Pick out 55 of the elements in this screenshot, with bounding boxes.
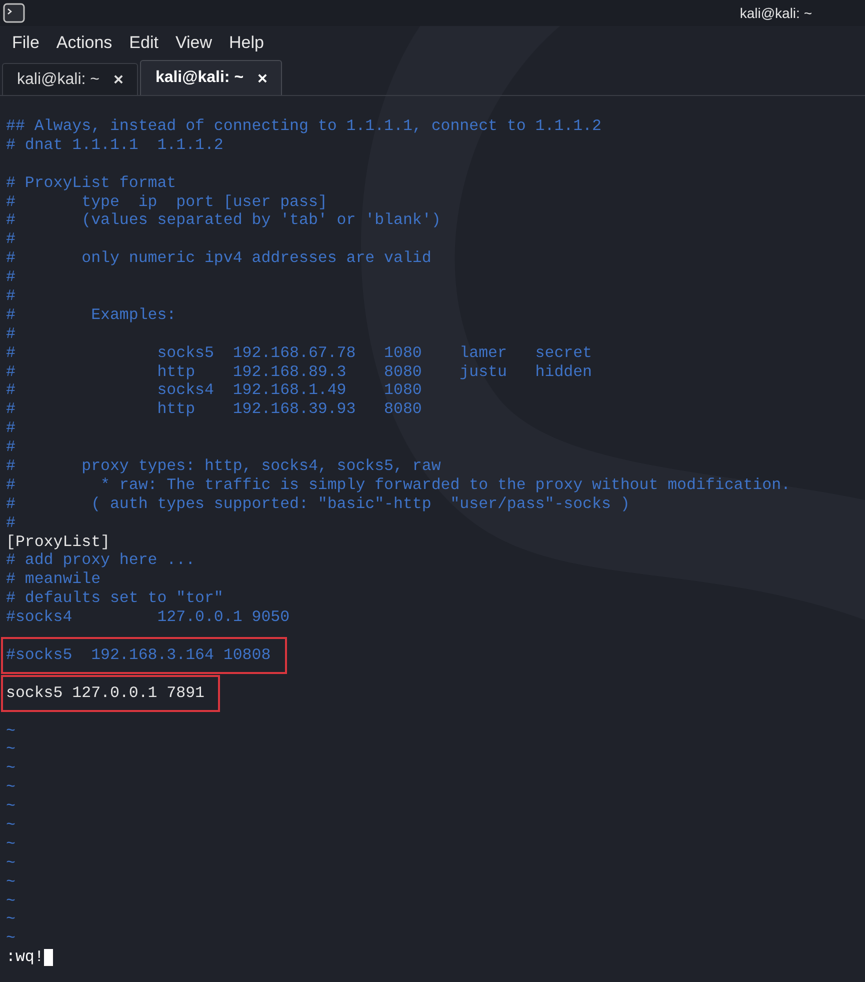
- terminal-tab[interactable]: kali@kali: ~ ×: [2, 63, 138, 95]
- comment-line: #: [6, 514, 16, 532]
- comment-line: #: [6, 324, 16, 343]
- comment-line: # ProxyList format: [6, 174, 176, 192]
- comment-line: # meanwile: [6, 570, 101, 588]
- empty-line-marker: ~: [6, 910, 16, 928]
- close-button[interactable]: ×: [258, 70, 268, 86]
- comment-line: # http 192.168.89.3 8080 justu hidden: [6, 362, 592, 381]
- empty-line-marker: ~: [6, 854, 16, 872]
- empty-line-marker: ~: [6, 929, 16, 948]
- window-title: kali@kali: ~: [740, 4, 812, 22]
- comment-line: #socks4 127.0.0.1 9050: [6, 608, 290, 626]
- empty-line-marker: ~: [6, 892, 16, 910]
- terminal-icon: [3, 3, 25, 23]
- comment-line: # dnat 1.1.1.1 1.1.1.2: [6, 136, 224, 154]
- comment-line: # proxy types: http, socks4, socks5, raw: [6, 457, 441, 476]
- comment-line: # Examples:: [6, 306, 176, 324]
- empty-line-marker: ~: [6, 722, 16, 740]
- menu-item[interactable]: Edit: [129, 30, 158, 56]
- menu-item[interactable]: File: [12, 30, 40, 56]
- empty-line-marker: ~: [6, 816, 16, 834]
- comment-line: #: [6, 230, 16, 248]
- config-line: socks5 127.0.0.1 7891: [6, 684, 204, 702]
- menu-item[interactable]: View: [175, 30, 212, 56]
- comment-line: # (values separated by 'tab' or 'blank'): [6, 211, 441, 230]
- comment-line: # http 192.168.39.93 8080: [6, 400, 422, 418]
- comment-line: #: [6, 419, 16, 438]
- comment-line: #: [6, 268, 16, 286]
- comment-line: #: [6, 438, 16, 456]
- empty-line-marker: ~: [6, 759, 16, 778]
- cursor: [44, 949, 53, 966]
- comment-line: # add proxy here ...: [6, 551, 196, 570]
- tab-title: kali@kali: ~: [17, 70, 100, 90]
- close-button[interactable]: ×: [114, 71, 124, 88]
- comment-line: # * raw: The traffic is simply forwarded to the proxy without modification.: [6, 476, 790, 494]
- command-line: :wq!: [6, 948, 44, 968]
- comment-line: # socks5 192.168.67.78 1080 lamer secret: [6, 344, 592, 362]
- comment-line: # ( auth types supported: "basic"-http "user/pass"-socks ): [6, 494, 630, 513]
- empty-line-marker: ~: [6, 740, 16, 758]
- empty-line-marker: ~: [6, 778, 16, 796]
- empty-line-marker: ~: [6, 872, 16, 891]
- config-line: [ProxyList]: [6, 532, 110, 551]
- terminal-tab[interactable]: kali@kali: ~ ×: [140, 60, 282, 95]
- comment-line: # socks4 192.168.1.49 1080: [6, 381, 422, 400]
- comment-line: #socks5 192.168.3.164 10808: [6, 646, 271, 664]
- tab-title: kali@kali: ~: [155, 68, 244, 88]
- comment-line: #: [6, 287, 16, 306]
- empty-line-marker: ~: [6, 797, 16, 816]
- empty-line-marker: ~: [6, 834, 16, 853]
- comment-line: # only numeric ipv4 addresses are valid: [6, 249, 432, 268]
- menu-item[interactable]: Actions: [56, 30, 112, 56]
- comment-line: # defaults set to "tor": [6, 589, 224, 608]
- comment-line: ## Always, instead of connecting to 1.1.1.1, connect to 1.1.1.2: [6, 117, 602, 135]
- menu-item[interactable]: Help: [229, 30, 264, 56]
- comment-line: # type ip port [user pass]: [6, 192, 328, 211]
